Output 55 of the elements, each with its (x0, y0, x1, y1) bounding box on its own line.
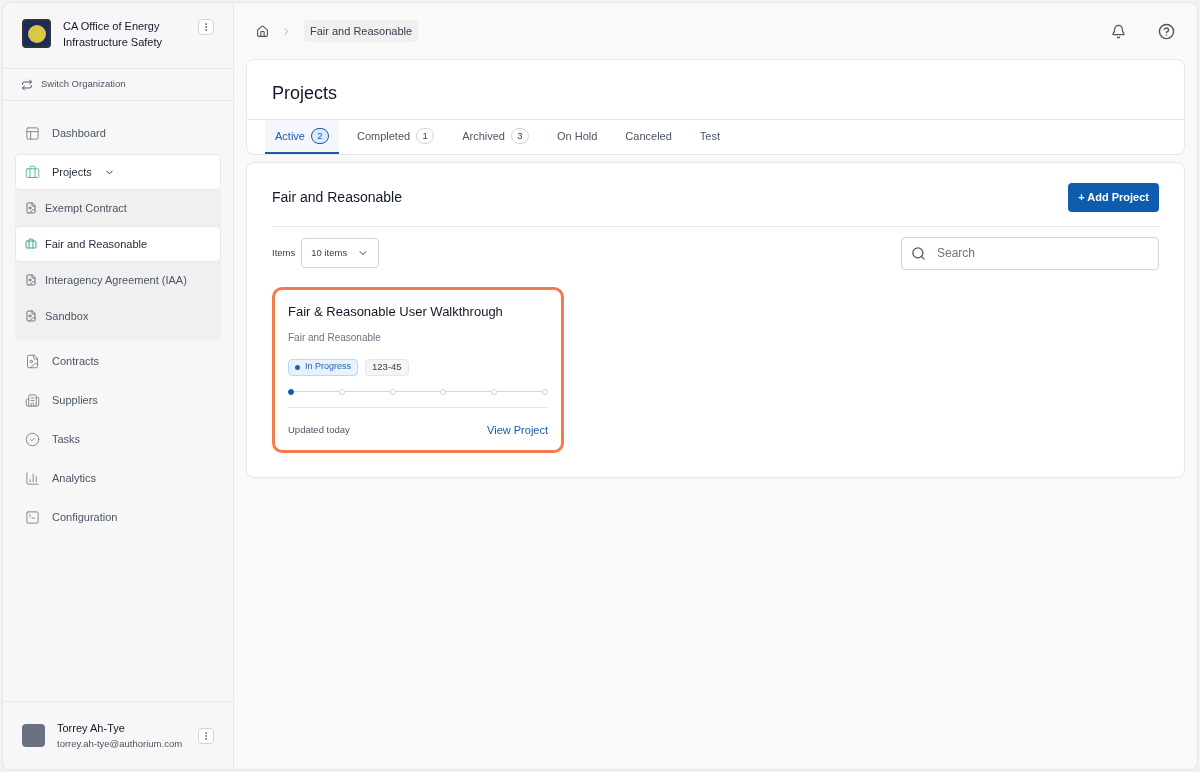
breadcrumb-link[interactable]: Fair and Reasonable (304, 19, 419, 43)
tab[interactable]: Test (689, 120, 730, 154)
notifications-icon[interactable] (1111, 23, 1126, 39)
project-subtitle: Fair and Reasonable (288, 330, 382, 345)
items-label: Items (272, 245, 296, 260)
tab[interactable]: Archived 3 (452, 120, 539, 154)
sidebar-subitem[interactable]: Fair and Reasonable (15, 226, 221, 262)
search-field[interactable]: Search (901, 236, 1159, 270)
project-title: Fair & Reasonable User Walkthrough (288, 303, 504, 321)
sidebar-item[interactable]: Projects (15, 154, 221, 190)
user-name: Torrey Ah-Tye (57, 721, 126, 737)
switch-icon (21, 78, 33, 91)
briefcase-icon (25, 238, 37, 250)
sidebar-subitem[interactable]: Exempt Contract (15, 190, 221, 226)
tab[interactable]: Completed 1 (346, 120, 445, 154)
updated-text: Updated today (288, 422, 350, 437)
switch-organization-button[interactable]: Switch Organization (3, 69, 233, 101)
document-icon (25, 353, 40, 369)
more-button[interactable] (198, 727, 214, 744)
avatar-photo (22, 724, 45, 747)
document-icon (25, 310, 37, 322)
home-icon[interactable] (256, 24, 269, 38)
add-project-button[interactable]: + Add Project (1068, 183, 1159, 212)
bar-chart-icon (25, 470, 40, 486)
sidebar-subitem[interactable]: Interagency Agreement (IAA) (15, 262, 221, 298)
organization-name: CA Office of Energy Infrastructure Safety (63, 19, 164, 50)
page-title: Projects (247, 60, 1184, 120)
sidebar-item[interactable]: Suppliers (15, 382, 221, 418)
sidebar-subitem[interactable]: Sandbox (15, 298, 221, 334)
tab[interactable]: Active 2 (265, 120, 339, 154)
view-project-link[interactable]: View Project (487, 421, 548, 438)
sidebar-item[interactable]: Analytics (15, 460, 221, 496)
help-icon[interactable] (1158, 22, 1175, 40)
building-icon (25, 392, 40, 408)
sidebar-item[interactable]: Dashboard (15, 115, 221, 151)
sidebar-item[interactable]: Tasks (15, 421, 221, 457)
user-email: torrey.ah-tye@authorium.com (57, 736, 184, 751)
tab[interactable]: Canceled (615, 120, 682, 154)
sidebar-item[interactable]: Configuration (15, 499, 221, 535)
organization-logo (22, 19, 51, 48)
check-circle-icon (25, 431, 40, 447)
count-badge: 2 (310, 128, 329, 144)
section-title: Fair and Reasonable (272, 188, 402, 207)
code-badge: 123-45 (365, 358, 409, 376)
dashboard-icon (25, 125, 40, 141)
more-button[interactable] (198, 19, 214, 35)
briefcase-icon (25, 164, 40, 180)
items-dropdown[interactable]: 10 items (301, 238, 380, 268)
status-badge: In Progress (288, 358, 359, 376)
window-icon (25, 509, 40, 525)
search-icon (911, 245, 926, 261)
document-icon (25, 202, 37, 214)
tab[interactable]: On Hold (546, 120, 608, 154)
document-icon (25, 274, 37, 286)
sidebar-item[interactable]: Contracts (15, 343, 221, 379)
